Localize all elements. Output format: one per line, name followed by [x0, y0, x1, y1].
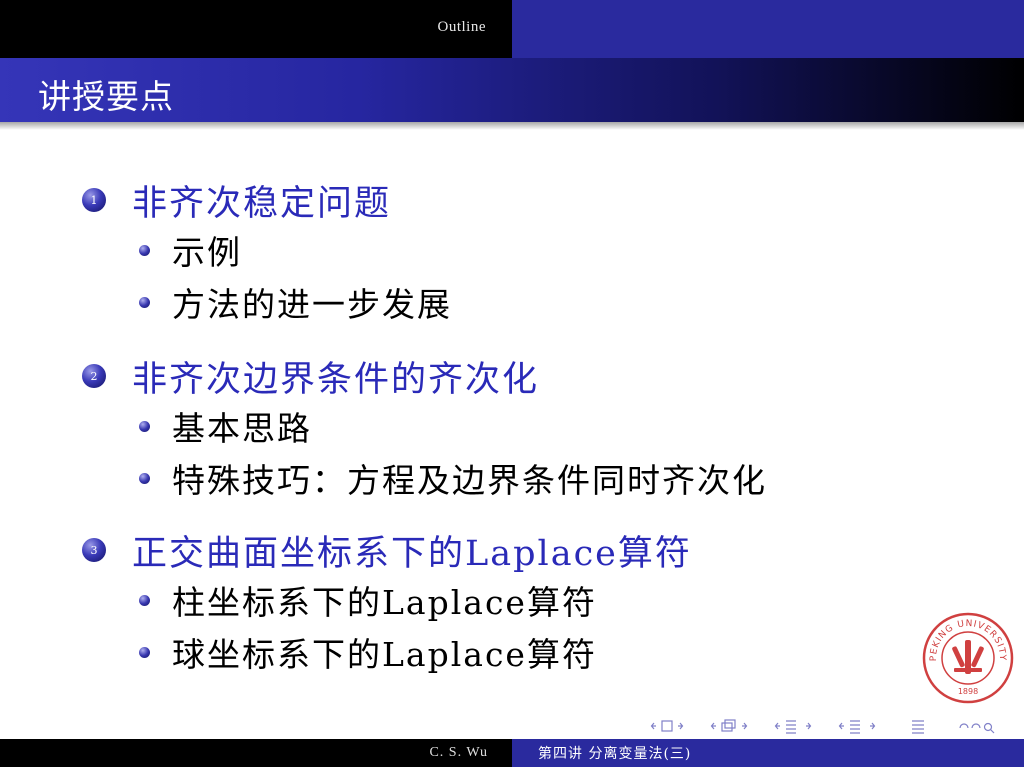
outline-label[interactable]: Outline	[438, 19, 487, 36]
list-item-text: 方法的进一步发展	[172, 285, 452, 324]
section-2: 2 非齐次边界条件的齐次化 基本思路 特殊技巧：方程及边界条件同时齐次化	[82, 352, 767, 504]
section-number-badge: 1	[82, 188, 106, 212]
nav-subsection-icon[interactable]	[710, 719, 748, 732]
list-item: 基本思路	[139, 400, 767, 452]
bullet-icon	[139, 594, 150, 606]
bullet-icon	[139, 646, 150, 658]
bullet-icon	[139, 420, 150, 432]
bullet-icon	[139, 472, 150, 484]
university-seal-logo: PEKING UNIVERSITY 1898	[922, 612, 1014, 704]
title-bar-shadow	[0, 122, 1024, 130]
header-right-panel	[512, 0, 1024, 58]
bullet-icon	[139, 296, 150, 308]
list-item-text: 球坐标系下的Laplace算符	[172, 635, 597, 674]
list-item-text: 柱坐标系下的Laplace算符	[172, 583, 597, 622]
section-heading-text: 非齐次边界条件的齐次化	[132, 359, 540, 400]
seal-year: 1898	[958, 687, 978, 696]
slide-title-bar: 讲授要点	[0, 58, 1024, 122]
footer-author: C. S. Wu	[429, 745, 488, 760]
nav-appendix-icon[interactable]	[912, 720, 924, 734]
section-heading-text: 正交曲面坐标系下的Laplace算符	[132, 533, 692, 574]
list-item-text: 示例	[172, 233, 242, 272]
nav-document-icon[interactable]	[838, 720, 876, 734]
section-number-badge: 2	[82, 364, 106, 388]
nav-section-icon[interactable]	[774, 720, 812, 734]
list-item: 特殊技巧：方程及边界条件同时齐次化	[139, 452, 767, 504]
section-1: 1 非齐次稳定问题 示例 方法的进一步发展	[82, 176, 452, 328]
list-item: 柱坐标系下的Laplace算符	[139, 574, 692, 626]
footer-left-panel: C. S. Wu	[0, 739, 512, 767]
section-heading-text: 非齐次稳定问题	[132, 183, 392, 224]
section-heading: 1 非齐次稳定问题	[82, 176, 452, 224]
list-item: 方法的进一步发展	[139, 276, 452, 328]
slide-title: 讲授要点	[38, 77, 174, 116]
top-header-bar: Outline	[0, 0, 1024, 58]
bullet-icon	[139, 244, 150, 256]
list-item-text: 特殊技巧：方程及边界条件同时齐次化	[172, 461, 767, 500]
list-item-text: 基本思路	[172, 409, 312, 448]
footer-right-panel: 第四讲 分离变量法(三)	[512, 739, 1024, 767]
section-3: 3 正交曲面坐标系下的Laplace算符 柱坐标系下的Laplace算符 球坐标…	[82, 526, 692, 678]
list-item: 示例	[139, 224, 452, 276]
navigation-controls	[650, 719, 995, 734]
list-item: 球坐标系下的Laplace算符	[139, 626, 692, 678]
footer-bar: C. S. Wu 第四讲 分离变量法(三)	[0, 739, 1024, 767]
header-left-panel: Outline	[0, 0, 512, 58]
section-number-badge: 3	[82, 538, 106, 562]
section-heading: 2 非齐次边界条件的齐次化	[82, 352, 767, 400]
footer-lecture-title: 第四讲 分离变量法(三)	[538, 746, 692, 762]
nav-frame-icon[interactable]	[650, 720, 684, 732]
search-icon[interactable]	[959, 722, 995, 734]
section-heading: 3 正交曲面坐标系下的Laplace算符	[82, 526, 692, 574]
